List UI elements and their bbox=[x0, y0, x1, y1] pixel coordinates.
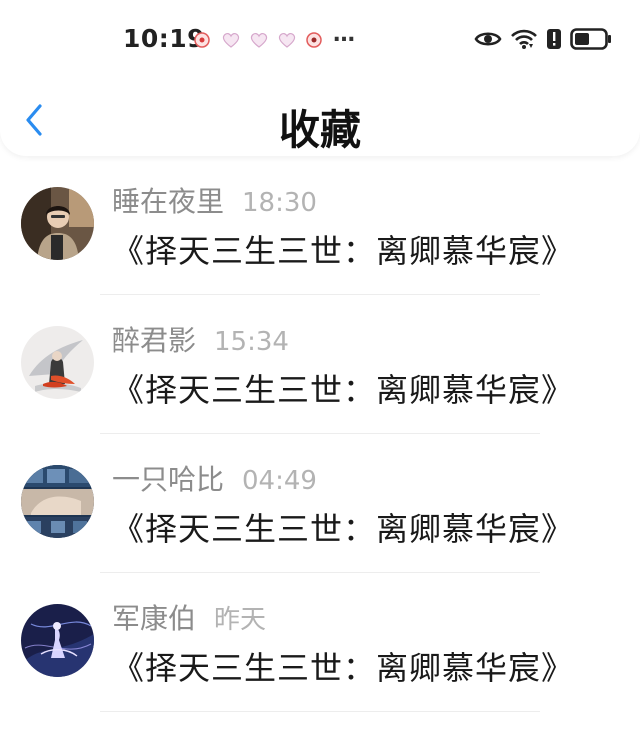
sender-name: 一只哈比 bbox=[112, 463, 225, 496]
item-meta: 醉君影 15:34 bbox=[112, 319, 289, 359]
divider bbox=[100, 711, 540, 712]
sender-name: 醉君影 bbox=[112, 324, 197, 357]
item-time: 18:30 bbox=[242, 188, 317, 218]
sender-name: 军康伯 bbox=[112, 602, 197, 635]
item-content: 《择天三生三世：离卿慕华宸》 bbox=[112, 232, 575, 270]
more-notifications-icon: … bbox=[333, 22, 355, 47]
item-time: 04:49 bbox=[242, 466, 317, 496]
favorites-screen: 10:19 … 收藏 睡在夜里 18:30 《择天三生三世：离卿慕华宸》 醉君影… bbox=[0, 0, 640, 730]
wifi-icon bbox=[510, 28, 538, 54]
page-title: 收藏 bbox=[279, 106, 361, 154]
top-bar: 10:19 … 收藏 bbox=[0, 0, 640, 156]
heart-icon bbox=[221, 31, 240, 49]
notification-icons bbox=[193, 31, 323, 49]
heart-icon bbox=[277, 31, 296, 49]
list-item[interactable]: 睡在夜里 18:30 《择天三生三世：离卿慕华宸》 bbox=[0, 156, 640, 295]
avatar[interactable] bbox=[21, 465, 94, 538]
list-item[interactable]: 醉君影 15:34 《择天三生三世：离卿慕华宸》 bbox=[0, 295, 640, 434]
avatar[interactable] bbox=[21, 326, 94, 399]
avatar[interactable] bbox=[21, 604, 94, 677]
item-meta: 睡在夜里 18:30 bbox=[112, 180, 317, 220]
eye-icon bbox=[474, 29, 502, 53]
battery-icon bbox=[570, 28, 612, 54]
item-content: 《择天三生三世：离卿慕华宸》 bbox=[112, 649, 575, 687]
item-meta: 一只哈比 04:49 bbox=[112, 458, 317, 498]
item-content: 《择天三生三世：离卿慕华宸》 bbox=[112, 371, 575, 409]
music-red-icon bbox=[193, 31, 211, 49]
battery-alert-icon bbox=[546, 28, 562, 54]
item-content: 《择天三生三世：离卿慕华宸》 bbox=[112, 510, 575, 548]
status-right-icons bbox=[474, 28, 612, 54]
list-item[interactable]: 军康伯 昨天 《择天三生三世：离卿慕华宸》 bbox=[0, 573, 640, 712]
item-meta: 军康伯 昨天 bbox=[112, 597, 266, 637]
item-time: 15:34 bbox=[214, 327, 289, 357]
avatar[interactable] bbox=[21, 187, 94, 260]
music-red-icon bbox=[305, 31, 323, 49]
heart-icon bbox=[249, 31, 268, 49]
item-time: 昨天 bbox=[214, 605, 267, 635]
list-item[interactable]: 一只哈比 04:49 《择天三生三世：离卿慕华宸》 bbox=[0, 434, 640, 573]
favorites-list: 睡在夜里 18:30 《择天三生三世：离卿慕华宸》 醉君影 15:34 《择天三… bbox=[0, 156, 640, 712]
sender-name: 睡在夜里 bbox=[112, 185, 225, 218]
